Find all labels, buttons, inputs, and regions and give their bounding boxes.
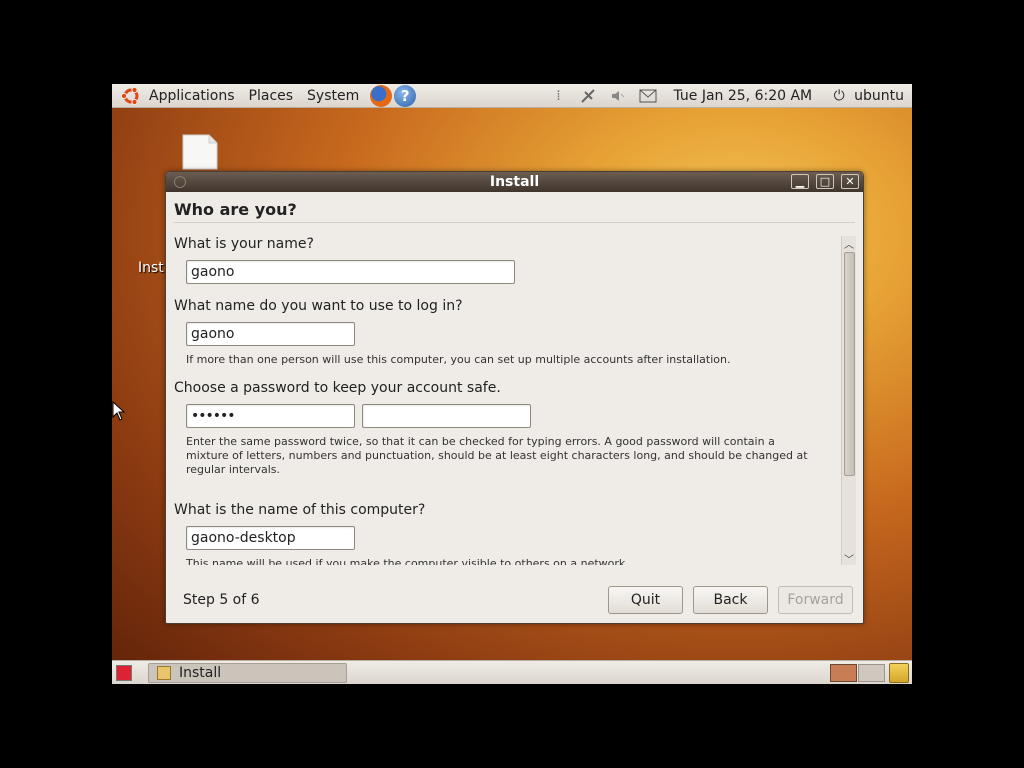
quit-button-label: Quit — [630, 592, 661, 608]
vertical-scrollbar[interactable]: ︿ ﹀ — [841, 236, 856, 566]
window-title: Install — [489, 174, 540, 190]
computer-name-question: What is the name of this computer? — [174, 502, 426, 518]
close-icon[interactable]: ✕ — [841, 174, 859, 189]
workspace-1[interactable] — [830, 664, 857, 682]
window-menu-icon[interactable] — [174, 176, 186, 188]
desktop-screen: Applications Places System ? ⁞ Tue Jan 2… — [112, 84, 912, 684]
show-desktop-icon[interactable] — [116, 665, 132, 681]
mail-icon[interactable] — [637, 85, 659, 107]
scroll-up-icon[interactable]: ︿ — [842, 236, 856, 251]
minimize-icon[interactable]: ▁ — [791, 174, 809, 189]
divider — [174, 222, 855, 223]
step-indicator: Step 5 of 6 — [183, 592, 260, 608]
power-icon[interactable]: ⏻ — [828, 85, 850, 107]
scroll-down-icon[interactable]: ﹀ — [842, 551, 856, 566]
taskbar-item-install[interactable]: Install — [148, 663, 347, 683]
name-question: What is your name? — [174, 236, 314, 252]
computer-name-hint: This name will be used if you make the c… — [186, 557, 629, 565]
scrollbar-thumb[interactable] — [844, 252, 855, 476]
menu-places[interactable]: Places — [242, 84, 301, 108]
top-panel: Applications Places System ? ⁞ Tue Jan 2… — [112, 84, 912, 108]
maximize-icon[interactable]: □ — [816, 174, 834, 189]
user-menu[interactable]: ubuntu — [852, 88, 912, 104]
page-title: Who are you? — [174, 200, 297, 219]
back-button[interactable]: Back — [693, 586, 768, 614]
password-question: Choose a password to keep your account s… — [174, 380, 501, 396]
password-hint-line: Enter the same password twice, so that i… — [186, 435, 775, 448]
password-confirm-field[interactable] — [362, 404, 531, 428]
desktop-icon-label: Inst — [138, 260, 164, 276]
menu-applications[interactable]: Applications — [142, 84, 242, 108]
forward-button[interactable]: Forward — [778, 586, 853, 614]
window-titlebar[interactable]: Install ▁ □ ✕ — [166, 172, 863, 192]
help-icon[interactable]: ? — [394, 84, 417, 107]
login-field[interactable]: gaono — [186, 322, 355, 346]
forward-button-label: Forward — [787, 592, 844, 608]
volume-icon[interactable] — [607, 85, 629, 107]
handle-icon: ⁞ — [556, 87, 561, 104]
form-scroll-area: What is your name? gaono What name do yo… — [174, 236, 842, 565]
workspace-2[interactable] — [858, 664, 885, 682]
quit-button[interactable]: Quit — [608, 586, 683, 614]
firefox-icon[interactable] — [370, 84, 393, 107]
installer-icon — [157, 666, 171, 680]
panel-clock[interactable]: Tue Jan 25, 6:20 AM — [663, 88, 822, 104]
desktop-file-icon[interactable] — [181, 133, 219, 171]
system-tray: ⁞ Tue Jan 25, 6:20 AM ⏻ ubuntu — [543, 85, 912, 107]
name-field[interactable]: gaono — [186, 260, 515, 284]
password-field[interactable]: •••••• — [186, 404, 355, 428]
taskbar-item-label: Install — [179, 665, 222, 681]
mouse-pointer-icon — [112, 401, 126, 421]
ubuntu-logo-icon[interactable] — [120, 85, 142, 107]
network-icon[interactable] — [577, 85, 599, 107]
bottom-panel: Install — [112, 660, 912, 684]
install-window: Install ▁ □ ✕ Who are you? What is your … — [165, 171, 864, 624]
password-hint-line: mixture of letters, numbers and punctuat… — [186, 449, 808, 462]
back-button-label: Back — [713, 592, 748, 608]
login-hint: If more than one person will use this co… — [186, 353, 731, 366]
password-hint-line: regular intervals. — [186, 463, 280, 476]
menu-system[interactable]: System — [300, 84, 366, 108]
login-question: What name do you want to use to log in? — [174, 298, 463, 314]
computer-name-field[interactable]: gaono-desktop — [186, 526, 355, 550]
trash-icon[interactable] — [889, 663, 909, 683]
